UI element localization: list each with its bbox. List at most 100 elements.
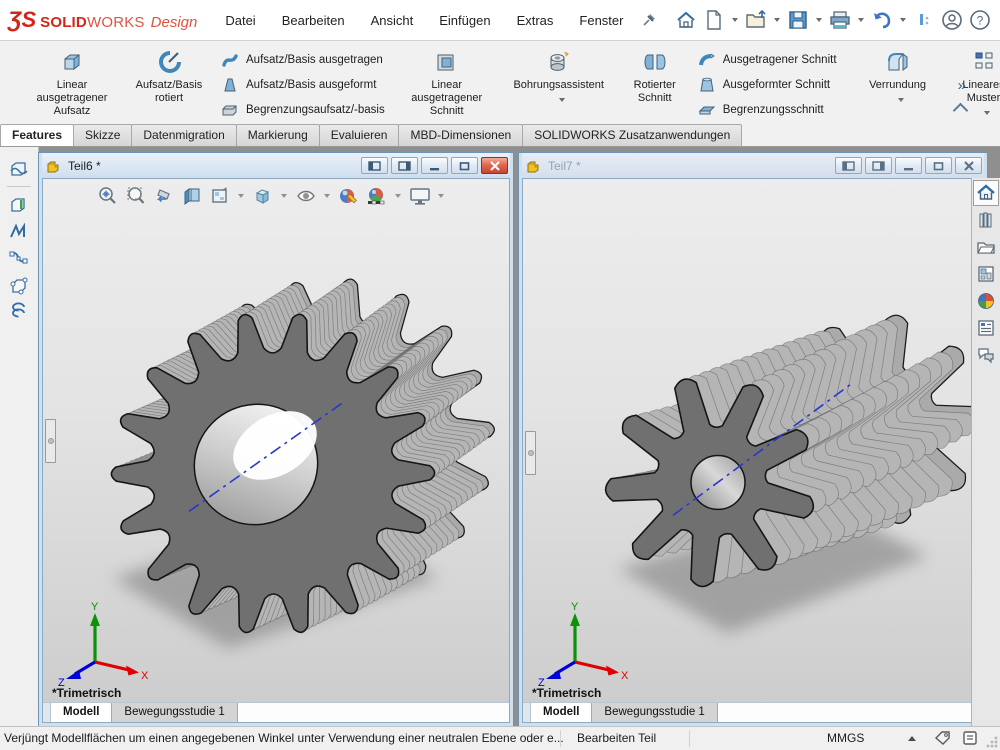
pin-menu-button[interactable]	[641, 7, 657, 33]
teil6-viewport[interactable]: Y X Z *Trimetrisch	[43, 179, 509, 702]
boundary-boss-button[interactable]: Begrenzungsaufsatz/-basis	[220, 97, 385, 122]
print-button[interactable]	[827, 7, 853, 33]
section-view-button[interactable]	[179, 183, 204, 208]
open-button[interactable]	[743, 7, 769, 33]
ribbon-overflow-button[interactable]: »	[958, 77, 966, 94]
unit-system-value[interactable]: MMGS	[827, 731, 864, 745]
display-style-dropdown[interactable]	[281, 194, 287, 198]
unit-system-dropdown[interactable]	[908, 736, 916, 741]
teil6-pane-left-button[interactable]	[361, 157, 388, 174]
menu-ansicht[interactable]: Ansicht	[371, 13, 414, 28]
hide-show-items-button[interactable]	[293, 183, 318, 208]
status-tag-button[interactable]	[934, 730, 952, 746]
menu-einfuegen[interactable]: Einfügen	[439, 13, 490, 28]
save-dropdown[interactable]	[816, 18, 822, 22]
tab-markierung[interactable]: Markierung	[236, 124, 320, 146]
taskpane-appearances-button[interactable]	[973, 288, 999, 314]
teil7-minimize-button[interactable]	[895, 157, 922, 174]
teil7-tab-splitter[interactable]	[523, 703, 531, 722]
linear-pattern-dropdown[interactable]	[984, 111, 990, 115]
section-box-button[interactable]	[5, 155, 33, 182]
lofted-cut-button[interactable]: Ausgeformter Schnitt	[697, 72, 837, 97]
tab-evaluieren[interactable]: Evaluieren	[319, 124, 400, 146]
fillet-dropdown[interactable]	[898, 98, 904, 102]
sketch-box-button[interactable]	[5, 272, 33, 299]
tab-skizze[interactable]: Skizze	[73, 124, 132, 146]
teil7-title-bar[interactable]: Teil7 *	[522, 153, 984, 178]
teil6-pane-right-button[interactable]	[391, 157, 418, 174]
teil6-title-bar[interactable]: Teil6 *	[42, 153, 510, 178]
undo-dropdown[interactable]	[900, 18, 906, 22]
home-button[interactable]	[673, 7, 699, 33]
teil6-restore-button[interactable]	[451, 157, 478, 174]
view-settings-button[interactable]	[407, 183, 432, 208]
cut-extrude-button[interactable]: Linear ausgetragener Schnitt	[395, 45, 499, 130]
open-dropdown[interactable]	[774, 18, 780, 22]
boss-extrude-button[interactable]: Linear ausgetragener Aufsatz	[20, 45, 124, 130]
revolve-boss-button[interactable]: Aufsatz/Basis rotiert	[124, 45, 214, 117]
taskpane-design-library-button[interactable]	[973, 207, 999, 233]
helix-button[interactable]	[5, 299, 33, 326]
teil7-pane-left-button[interactable]	[835, 157, 862, 174]
previous-view-button[interactable]	[151, 183, 176, 208]
teil7-pane-right-button[interactable]	[865, 157, 892, 174]
user-account-button[interactable]	[939, 7, 965, 33]
new-document-dropdown[interactable]	[732, 18, 738, 22]
resize-grip[interactable]	[986, 736, 998, 748]
apply-scene-dropdown[interactable]	[395, 194, 401, 198]
teil6-close-button[interactable]	[481, 157, 508, 174]
linear-pattern-button[interactable]: Lineares Muster	[945, 45, 1000, 117]
taskpane-forum-button[interactable]	[973, 342, 999, 368]
contour-button[interactable]	[5, 218, 33, 245]
teil7-close-button[interactable]	[955, 157, 982, 174]
taskpane-custom-properties-button[interactable]	[973, 315, 999, 341]
spline-button[interactable]	[5, 245, 33, 272]
tab-mbd-dimensionen[interactable]: MBD-Dimensionen	[398, 124, 523, 146]
view-orientation-button[interactable]	[207, 183, 232, 208]
edit-appearance-button[interactable]	[336, 183, 361, 208]
teil7-viewport[interactable]: Y X Z *Trimetrisch	[523, 179, 983, 702]
print-dropdown[interactable]	[858, 18, 864, 22]
view-orientation-dropdown[interactable]	[238, 194, 244, 198]
display-style-button[interactable]	[250, 183, 275, 208]
teil6-tab-modell[interactable]: Modell	[51, 703, 112, 722]
view-settings-dropdown[interactable]	[438, 194, 444, 198]
taskpane-file-explorer-button[interactable]	[973, 234, 999, 260]
menu-bearbeiten[interactable]: Bearbeiten	[282, 13, 345, 28]
teil6-tab-bewegungsstudie[interactable]: Bewegungsstudie 1	[112, 703, 237, 722]
tab-solidworks-zusatzanwendungen[interactable]: SOLIDWORKS Zusatzanwendungen	[522, 124, 742, 146]
save-button[interactable]	[785, 7, 811, 33]
status-note-button[interactable]	[962, 730, 978, 746]
apply-scene-button[interactable]	[364, 183, 389, 208]
teil7-tab-bewegungsstudie[interactable]: Bewegungsstudie 1	[592, 703, 717, 722]
fillet-button[interactable]: Verrundung	[851, 45, 945, 104]
teil6-tab-splitter[interactable]	[43, 703, 51, 722]
undo-button[interactable]	[869, 7, 895, 33]
teil7-pane-splitter-handle[interactable]	[525, 431, 536, 475]
zoom-area-button[interactable]	[123, 183, 148, 208]
hole-wizard-button[interactable]: Bohrungsassistent	[499, 45, 619, 104]
menu-datei[interactable]: Datei	[225, 13, 255, 28]
taskpane-view-palette-button[interactable]	[973, 261, 999, 287]
hide-show-items-dropdown[interactable]	[324, 194, 330, 198]
lofted-boss-button[interactable]: Aufsatz/Basis ausgeformt	[220, 72, 385, 97]
help-button[interactable]: ?	[967, 7, 993, 33]
part-box-button[interactable]	[5, 191, 33, 218]
tab-features[interactable]: Features	[0, 124, 74, 146]
teil7-restore-button[interactable]	[925, 157, 952, 174]
teil6-minimize-button[interactable]	[421, 157, 448, 174]
hole-wizard-dropdown[interactable]	[559, 98, 565, 102]
taskpane-home-button[interactable]	[973, 180, 999, 206]
menu-fenster[interactable]: Fenster	[579, 13, 623, 28]
tab-datenmigration[interactable]: Datenmigration	[131, 124, 236, 146]
menu-extras[interactable]: Extras	[517, 13, 554, 28]
boundary-cut-button[interactable]: Begrenzungsschnitt	[697, 97, 837, 122]
zoom-fit-button[interactable]	[95, 183, 120, 208]
swept-boss-button[interactable]: Aufsatz/Basis ausgetragen	[220, 47, 385, 72]
swept-cut-button[interactable]: Ausgetragener Schnitt	[697, 47, 837, 72]
rebuild-button[interactable]	[911, 7, 937, 33]
teil6-pane-splitter-handle[interactable]	[45, 419, 56, 463]
teil7-tab-modell[interactable]: Modell	[531, 703, 592, 722]
revolved-cut-button[interactable]: Rotierter Schnitt	[619, 45, 691, 117]
new-document-button[interactable]	[701, 7, 727, 33]
